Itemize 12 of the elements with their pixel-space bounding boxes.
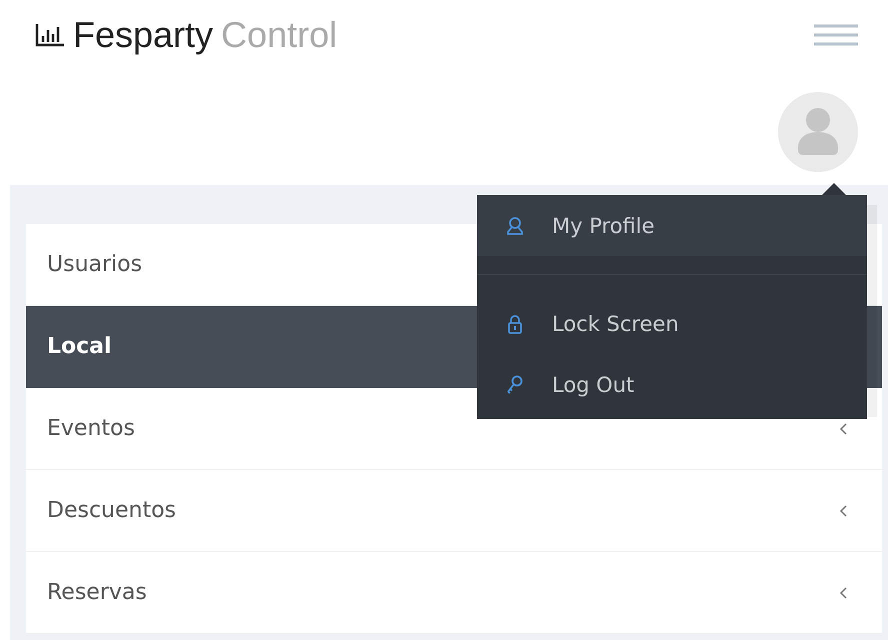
key-icon [505,374,525,394]
menu-item[interactable]: Reservas [26,552,882,634]
pointer-icon [822,183,846,195]
dropdown-item[interactable]: My Profile [477,195,867,256]
brand-name[interactable]: Fesparty [73,14,214,56]
person-icon [505,216,525,236]
lock-icon [505,314,525,334]
menu-icon[interactable] [814,24,858,46]
brand-subtitle: Control [221,14,338,56]
avatar[interactable] [778,92,858,172]
bar-chart-icon [35,23,65,47]
menu-item[interactable]: Descuentos [26,470,882,552]
